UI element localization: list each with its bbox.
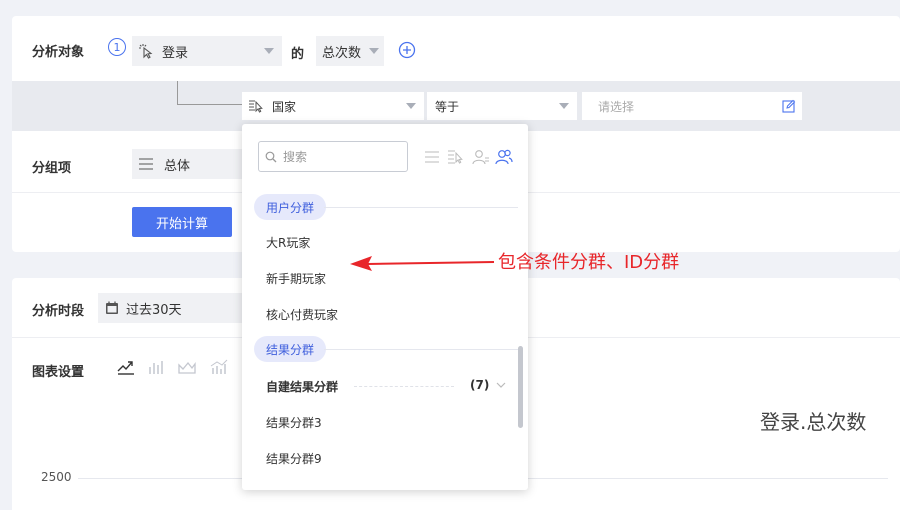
compute-button-label: 开始计算 xyxy=(155,216,208,232)
filter-property-value: 国家 xyxy=(272,99,297,114)
annotation-text: 包含条件分群、ID分群 xyxy=(498,252,680,273)
y-axis-tick: 2500 xyxy=(41,470,72,484)
calendar-icon xyxy=(106,301,118,314)
filter-value-input[interactable]: 请选择 xyxy=(582,92,802,120)
annotation-arrow xyxy=(350,256,495,271)
group-select[interactable]: 总体 xyxy=(132,149,244,179)
user-group-icon[interactable] xyxy=(495,149,513,165)
property-icon[interactable] xyxy=(447,149,465,165)
dashed-divider xyxy=(354,386,454,387)
step-number: 1 xyxy=(113,40,121,54)
list-item[interactable]: 大R玩家 xyxy=(266,234,310,251)
add-circle-icon[interactable] xyxy=(398,41,416,59)
search-input[interactable]: 搜索 xyxy=(258,141,408,172)
event-select-value: 登录 xyxy=(162,45,189,61)
compute-button[interactable]: 开始计算 xyxy=(132,207,232,237)
chart-settings-label: 图表设置 xyxy=(32,365,85,380)
event-select[interactable]: 登录 xyxy=(132,36,282,66)
divider xyxy=(324,207,518,208)
filter-property-select[interactable]: 国家 xyxy=(242,92,424,120)
segment-dropdown: 搜索 用户分群 大R玩家 新手期玩家 核心付费玩家 结果分群 自建结果分群 (7… xyxy=(242,124,528,490)
search-placeholder: 搜索 xyxy=(283,150,308,164)
list-item[interactable]: 核心付费玩家 xyxy=(266,306,338,323)
subgroup-name: 自建结果分群 xyxy=(266,380,339,394)
chevron-down-icon xyxy=(406,103,416,109)
chevron-down-icon xyxy=(496,382,506,388)
divider xyxy=(324,349,518,350)
group-label: 分组项 xyxy=(32,161,72,176)
chevron-down-icon xyxy=(559,103,569,109)
period-select-value: 过去30天 xyxy=(126,302,182,318)
analysis-target-label: 分析对象 xyxy=(32,45,85,60)
group-select-value: 总体 xyxy=(164,158,191,174)
list-item[interactable]: 新手期玩家 xyxy=(266,270,326,287)
list-item[interactable]: 结果分群3 xyxy=(266,414,322,431)
search-icon xyxy=(265,151,277,163)
of-label: 的 xyxy=(291,47,305,62)
bar-line-chart-icon[interactable] xyxy=(210,359,228,375)
scrollbar-thumb[interactable] xyxy=(518,346,523,428)
filter-connector-line xyxy=(177,81,243,105)
subgroup-header[interactable]: 自建结果分群 (7) xyxy=(266,378,506,394)
property-icon xyxy=(249,100,263,113)
step-number-badge: 1 xyxy=(108,38,126,56)
click-event-icon xyxy=(139,44,153,59)
filter-operator-select[interactable]: 等于 xyxy=(427,92,577,120)
group-header-user-segments: 用户分群 xyxy=(254,194,327,220)
list-icon[interactable] xyxy=(424,149,440,165)
edit-icon[interactable] xyxy=(782,99,796,113)
user-icon[interactable] xyxy=(472,149,490,165)
area-chart-icon[interactable] xyxy=(178,359,196,375)
metric-select[interactable]: 总次数 xyxy=(316,36,384,66)
bar-chart-icon[interactable] xyxy=(148,359,166,375)
chevron-down-icon xyxy=(369,48,379,54)
chevron-down-icon xyxy=(264,48,274,54)
group-header-result-segments: 结果分群 xyxy=(254,336,327,362)
chart-title: 登录.总次数 xyxy=(760,410,867,434)
filter-value-placeholder: 请选择 xyxy=(598,99,635,114)
line-chart-icon[interactable] xyxy=(117,359,135,375)
list-item[interactable]: 结果分群9 xyxy=(266,450,322,467)
metric-select-value: 总次数 xyxy=(322,45,362,61)
subgroup-count: (7) xyxy=(470,378,490,392)
list-icon xyxy=(139,158,153,170)
period-select[interactable]: 过去30天 xyxy=(98,293,248,323)
period-label: 分析时段 xyxy=(32,304,85,319)
filter-operator-value: 等于 xyxy=(435,99,460,114)
